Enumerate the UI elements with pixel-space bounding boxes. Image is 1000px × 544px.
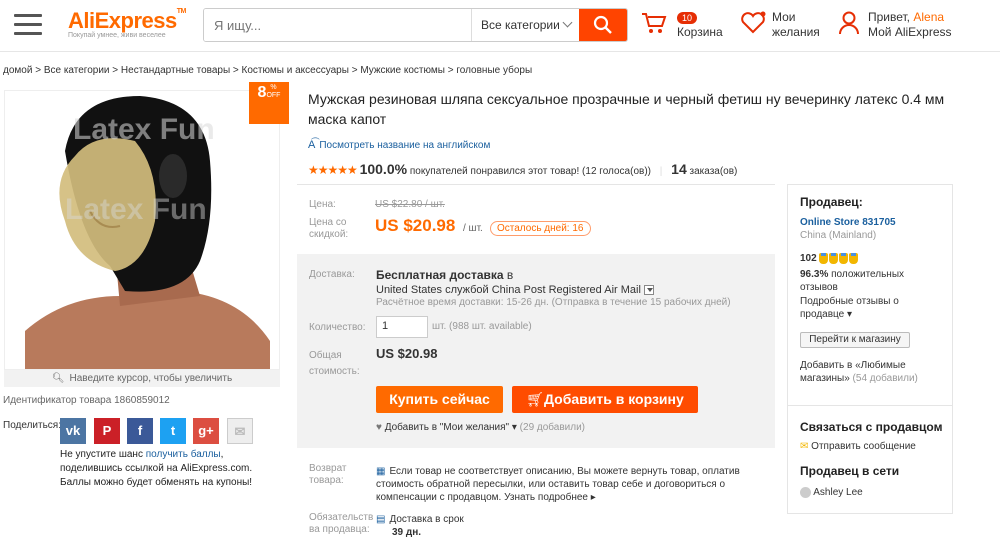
return-label: Возврат товара:	[309, 463, 347, 486]
send-message-link[interactable]: ✉ Отправить сообщение	[800, 440, 916, 453]
aliexpress-logo[interactable]: AliExpressTM Покупай умнее, живи веселее	[68, 8, 186, 39]
english-title-link[interactable]: A͡ Посмотреть название на английском	[308, 139, 490, 151]
email-share-icon[interactable]: ✉	[227, 418, 253, 444]
user-name: Alena	[913, 10, 945, 24]
add-to-wishlist-link[interactable]: ♥ Добавить в "Мои желания" ▾ (29 добавил…	[376, 422, 585, 433]
wishlist-link[interactable]: Мои желания	[740, 10, 824, 40]
shipping-free: Бесплатная доставка в	[376, 268, 514, 282]
account-label: Мой AliExpress	[868, 25, 952, 39]
search-icon	[593, 15, 612, 34]
total-label: Общая стоимость:	[309, 350, 360, 377]
magnifier-icon: 🔍︎	[51, 373, 65, 384]
search-bar: Все категории	[203, 8, 628, 42]
total-price: US $20.98	[376, 346, 438, 361]
positive-feedback: 96.3% положительных отзывов	[800, 269, 905, 293]
add-favorite-store-link[interactable]: Добавить в «Любимые магазины» (54 добавил…	[800, 359, 918, 385]
calendar-icon: ▤	[376, 514, 386, 525]
learn-more-link[interactable]: Узнать подробнее	[504, 492, 588, 503]
facebook-share-icon[interactable]: f	[127, 418, 153, 444]
orders-count: 14	[671, 161, 687, 177]
detailed-feedback-link[interactable]: Подробные отзывы о продавце ▾	[800, 295, 899, 321]
search-button[interactable]	[579, 9, 627, 41]
votes-link[interactable]: (12 голоса(ов))	[582, 166, 651, 177]
cart-small-icon: 🛒︎	[526, 391, 545, 407]
heart-small-icon: ♥	[376, 422, 382, 433]
return-icon: ▦	[376, 466, 386, 477]
sale-price: US $20.98	[375, 216, 456, 235]
buy-now-button[interactable]: Купить сейчас	[376, 386, 503, 413]
product-image[interactable]: Latex Fun Latex Fun	[4, 90, 280, 370]
old-price: US $22.80 / шт.	[375, 199, 445, 210]
greeting: Привет,	[868, 10, 911, 24]
svg-text:Latex Fun: Latex Fun	[65, 193, 207, 226]
menu-icon[interactable]	[14, 14, 42, 36]
translate-icon: A͡	[308, 139, 316, 151]
twitter-share-icon[interactable]: t	[160, 418, 186, 444]
chevron-down-icon	[562, 17, 573, 28]
online-seller[interactable]: Ashley Lee	[800, 486, 863, 499]
product-title: Мужская резиновая шляпа сексуальное проз…	[308, 91, 945, 127]
go-to-store-button[interactable]: Перейти к магазину	[800, 332, 910, 348]
top-header: AliExpressTM Покупай умнее, живи веселее…	[0, 0, 1000, 52]
star-icon: ★★★★★	[308, 163, 358, 177]
price-label: Цена:	[309, 199, 336, 210]
sale-price-label: Цена со скидкой:	[309, 217, 349, 240]
seller-guarantee-label: Обязательств ва продавца:	[309, 512, 374, 535]
search-input[interactable]	[204, 9, 471, 41]
watermark-text: Latex Fun	[73, 113, 215, 146]
seller-score: 102	[800, 252, 859, 265]
contact-seller-heading: Связаться с продавцом	[800, 420, 943, 434]
heart-icon	[741, 11, 766, 34]
user-icon	[839, 11, 859, 35]
orders-word: заказа(ов)	[689, 166, 738, 177]
seller-heading: Продавец:	[800, 195, 863, 209]
wishlist-label: Мои желания	[772, 10, 820, 39]
rating-row: ★★★★★ 100.0% покупателей понравился этот…	[308, 161, 738, 177]
store-name-link[interactable]: Online Store 831705	[800, 216, 896, 229]
add-to-cart-button[interactable]: 🛒︎Добавить в корзину	[512, 386, 698, 413]
product-photo: Latex Fun Latex Fun	[5, 91, 279, 369]
pinterest-share-icon[interactable]: P	[94, 418, 120, 444]
quantity-label: Количество:	[309, 322, 366, 333]
cart-count-badge: 10	[677, 12, 698, 24]
shipping-time: Расчётное время доставки: 15-26 дн. (Отп…	[376, 297, 731, 308]
days-left-badge: Осталось дней: 16	[490, 221, 591, 236]
googleplus-share-icon[interactable]: g+	[193, 418, 219, 444]
zoom-hint: 🔍︎ Наведите курсор, чтобы увеличить	[4, 370, 280, 387]
cart-link[interactable]: 10 Корзина	[640, 10, 723, 40]
shipping-method-select[interactable]: United States службой China Post Registe…	[376, 284, 654, 296]
return-policy: ▦ Если товар не соответствует описанию, В…	[376, 466, 740, 503]
divider	[297, 184, 775, 185]
breadcrumb[interactable]: домой > Все категории > Нестандартные то…	[3, 65, 532, 76]
share-label: Поделиться:	[3, 420, 61, 431]
rating-text: покупателей понравился этот товар!	[409, 166, 580, 177]
wishlist-count: (29 добавили)	[519, 422, 586, 433]
mail-icon: ✉	[800, 441, 809, 452]
price-unit: / шт.	[463, 223, 483, 234]
quantity-input[interactable]: 1	[376, 316, 428, 338]
rating-percent: 100.0%	[359, 161, 408, 177]
medal-icon	[819, 252, 859, 264]
dropdown-icon	[643, 285, 654, 296]
seller-online-heading: Продавец в сети	[800, 464, 900, 478]
cart-label: Корзина	[677, 25, 723, 39]
category-select[interactable]: Все категории	[471, 9, 579, 41]
points-link[interactable]: получить баллы	[146, 449, 221, 460]
cart-icon	[642, 13, 667, 33]
shipping-label: Доставка:	[309, 269, 355, 280]
delivery-guarantee: ▤ Доставка в срок 39 дн.	[376, 514, 464, 538]
vk-share-icon[interactable]: vk	[60, 418, 86, 444]
product-id: Идентификатор товара 1860859012	[3, 395, 170, 406]
avatar	[800, 486, 811, 498]
discount-badge: 8% OFF	[249, 82, 289, 124]
share-text: Не упустите шанс получить баллы, поделив…	[60, 449, 253, 488]
store-country: China (Mainland)	[800, 230, 877, 241]
quantity-available: шт. (988 шт. available)	[432, 321, 532, 332]
account-link[interactable]: Привет, Alena Мой AliExpress	[838, 10, 952, 40]
